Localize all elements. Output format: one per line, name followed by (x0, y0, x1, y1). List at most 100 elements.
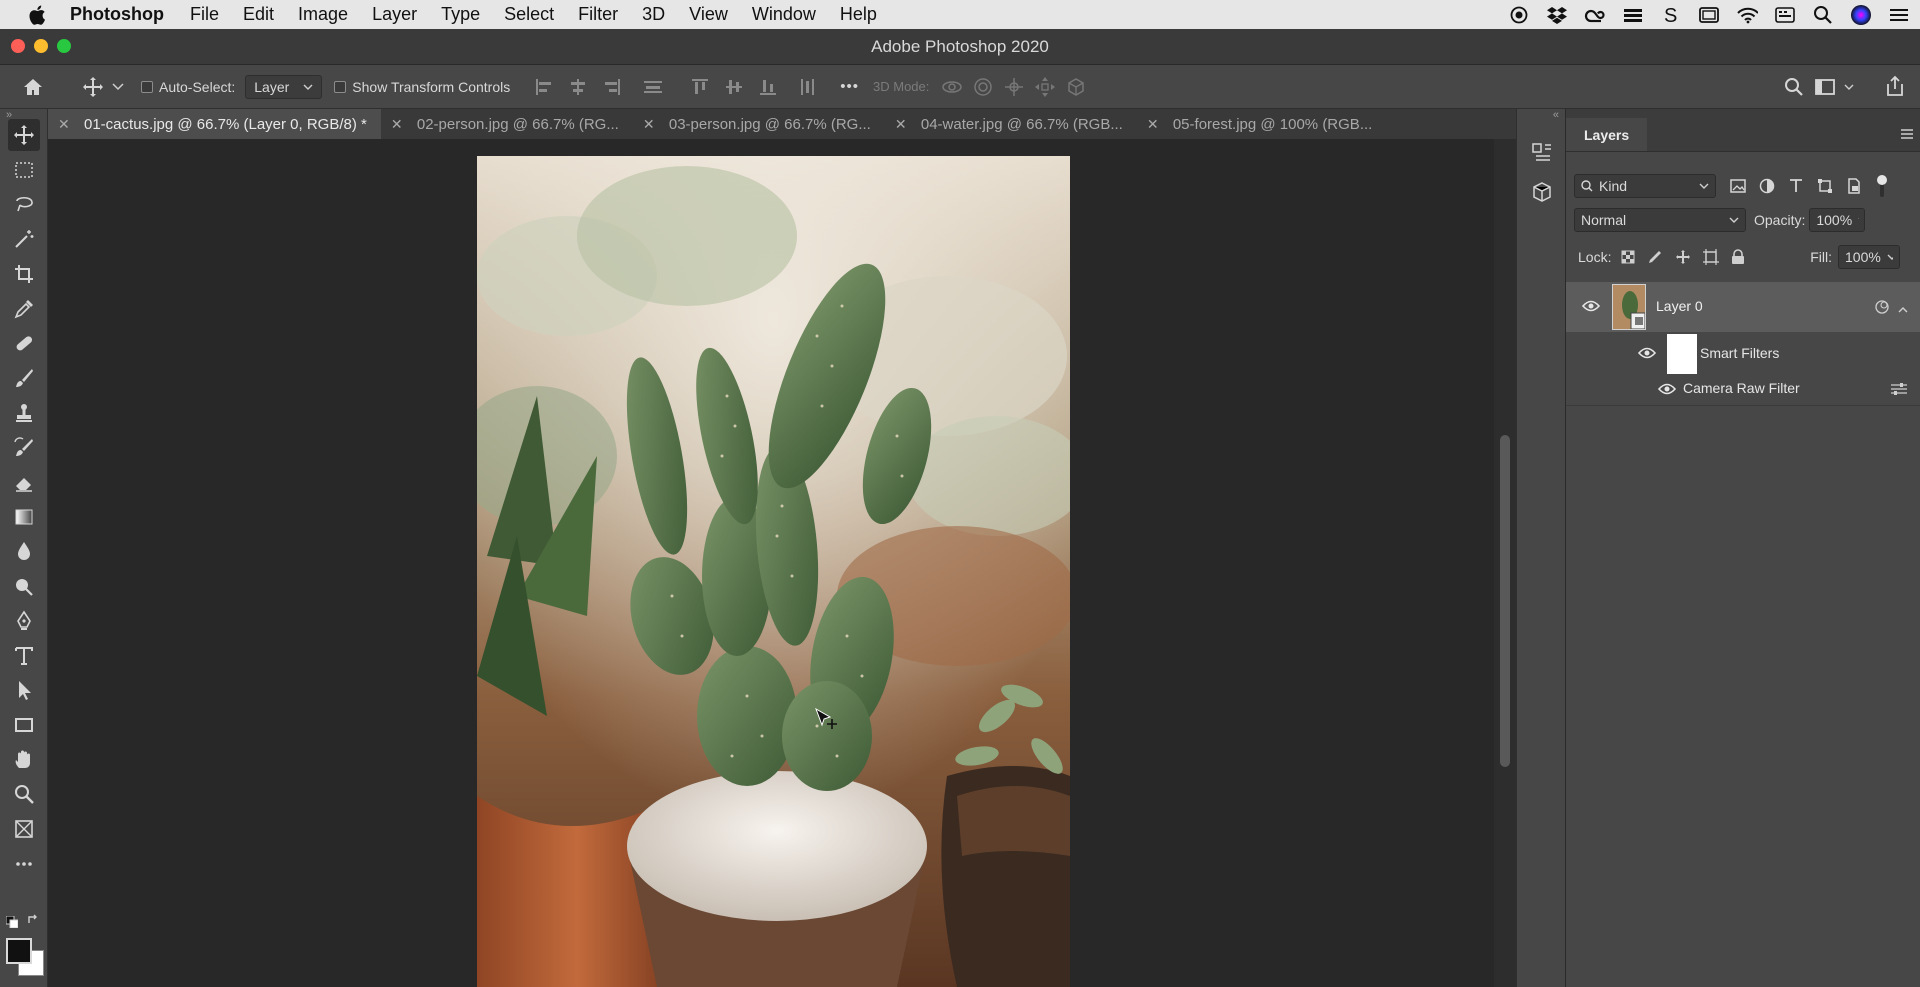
filter-visibility-eye-icon[interactable] (1657, 382, 1677, 401)
filter-type-icon[interactable] (1788, 178, 1804, 194)
close-tab-icon[interactable]: ✕ (895, 116, 913, 133)
frame-tool-button[interactable] (8, 813, 40, 845)
record-icon[interactable] (1508, 5, 1530, 25)
type-tool-button[interactable] (8, 640, 40, 672)
home-button[interactable] (22, 77, 44, 97)
healing-brush-tool-button[interactable] (8, 327, 40, 359)
magic-wand-tool-button[interactable] (8, 223, 40, 255)
layer-row-layer-0[interactable]: Layer 0 (1566, 282, 1920, 332)
eraser-tool-button[interactable] (8, 466, 40, 498)
clone-stamp-tool-button[interactable] (8, 397, 40, 429)
layer-visibility-eye-icon[interactable] (1581, 299, 1601, 318)
layer-row-camera-raw-filter[interactable]: Camera Raw Filter (1566, 372, 1920, 402)
lock-artboard-icon[interactable] (1703, 249, 1720, 265)
distribute-horizontal-icon[interactable] (798, 77, 818, 97)
menu-select[interactable]: Select (492, 4, 566, 25)
menu-view[interactable]: View (677, 4, 740, 25)
document-tab-4[interactable]: ✕ 04-water.jpg @ 66.7% (RGB... (885, 109, 1137, 139)
menu-image[interactable]: Image (286, 4, 360, 25)
filter-toggle-icon[interactable] (1875, 175, 1889, 197)
zoom-tool-button[interactable] (8, 778, 40, 810)
scroll-thumb[interactable] (1500, 435, 1510, 767)
gradient-tool-button[interactable] (8, 501, 40, 533)
rectangle-tool-button[interactable] (8, 709, 40, 741)
3d-scale-icon[interactable] (1065, 76, 1087, 98)
auto-select-toggle[interactable]: Auto-Select: (141, 79, 235, 95)
close-tab-icon[interactable]: ✕ (643, 116, 661, 133)
brush-tool-button[interactable] (8, 362, 40, 394)
lasso-tool-button[interactable] (8, 188, 40, 220)
canvas-vertical-scrollbar[interactable] (1494, 139, 1516, 987)
default-colors-icon[interactable] (5, 915, 19, 933)
filter-smart-object-icon[interactable] (1846, 178, 1862, 194)
blend-mode-dropdown[interactable]: Normal (1574, 208, 1746, 232)
fill-input[interactable]: 100% (1838, 245, 1900, 269)
align-horizontal-center-icon[interactable] (568, 77, 588, 97)
3d-drag-icon[interactable] (1003, 76, 1025, 98)
search-icon[interactable] (1812, 5, 1834, 25)
opacity-input[interactable]: 100% (1809, 208, 1866, 232)
layer-row-smart-filters[interactable]: Smart Filters (1566, 334, 1920, 374)
lock-image-pixels-icon[interactable] (1647, 249, 1663, 265)
document-image[interactable] (477, 156, 1070, 987)
wifi-icon[interactable] (1736, 5, 1758, 25)
smart-filters-visibility-eye-icon[interactable] (1637, 346, 1657, 365)
crop-tool-button[interactable] (8, 258, 40, 290)
document-tab-5[interactable]: ✕ 05-forest.jpg @ 100% (RGB... (1137, 109, 1386, 139)
search-button[interactable] (1784, 77, 1804, 97)
hand-tool-button[interactable] (8, 744, 40, 776)
close-tab-icon[interactable]: ✕ (1147, 116, 1165, 133)
filter-kind-dropdown[interactable]: Kind (1574, 174, 1716, 198)
list-icon[interactable] (1888, 5, 1910, 25)
display-icon[interactable] (1698, 5, 1720, 25)
menu-filter[interactable]: Filter (566, 4, 630, 25)
document-tab-3[interactable]: ✕ 03-person.jpg @ 66.7% (RG... (633, 109, 885, 139)
share-button[interactable] (1884, 75, 1906, 97)
align-right-icon[interactable] (602, 77, 622, 97)
lock-transparent-pixels-icon[interactable] (1621, 250, 1635, 264)
more-tools-button[interactable] (8, 848, 40, 880)
marquee-tool-button[interactable] (8, 154, 40, 186)
workspace-switcher[interactable] (1814, 77, 1854, 97)
align-bottom-icon[interactable] (758, 77, 778, 97)
document-tab-1[interactable]: ✕ 01-cactus.jpg @ 66.7% (Layer 0, RGB/8) … (48, 109, 381, 139)
foreground-color-swatch[interactable] (6, 938, 32, 964)
move-tool-button[interactable] (8, 119, 40, 151)
3d-panel-button[interactable] (1528, 179, 1556, 207)
menu-window[interactable]: Window (740, 4, 828, 25)
close-tab-icon[interactable]: ✕ (391, 116, 409, 133)
3d-slide-icon[interactable] (1034, 76, 1056, 98)
menu-app-name[interactable]: Photoshop (56, 4, 178, 25)
3d-roll-icon[interactable] (972, 76, 994, 98)
canvas-area[interactable] (48, 139, 1494, 987)
chevron-up-icon[interactable] (1898, 301, 1908, 319)
show-transform-checkbox[interactable] (334, 80, 347, 93)
creative-cloud-icon[interactable] (1584, 5, 1606, 25)
apple-menu-icon[interactable] (18, 5, 56, 25)
align-vertical-center-icon[interactable] (724, 77, 744, 97)
distribute-vertical-icon[interactable] (642, 77, 664, 97)
panel-menu-icon[interactable] (1900, 127, 1914, 146)
lock-position-icon[interactable] (1675, 249, 1691, 265)
align-top-icon[interactable] (690, 77, 710, 97)
menu-type[interactable]: Type (429, 4, 492, 25)
filter-pixel-icon[interactable] (1730, 178, 1746, 194)
layers-tab[interactable]: Layers (1566, 118, 1648, 151)
filter-adjustment-icon[interactable] (1759, 178, 1775, 194)
move-tool-preset-picker[interactable] (82, 76, 124, 98)
close-tab-icon[interactable]: ✕ (58, 116, 76, 133)
dodge-tool-button[interactable] (8, 570, 40, 602)
s-icon[interactable]: S (1660, 5, 1682, 25)
align-left-icon[interactable] (534, 77, 554, 97)
menu-layer[interactable]: Layer (360, 4, 429, 25)
history-brush-tool-button[interactable] (8, 431, 40, 463)
menu-3d[interactable]: 3D (630, 4, 677, 25)
blur-tool-button[interactable] (8, 535, 40, 567)
stack-icon[interactable] (1622, 5, 1644, 25)
auto-select-checkbox[interactable] (141, 80, 153, 93)
filter-shape-icon[interactable] (1817, 178, 1833, 194)
siri-icon[interactable] (1850, 4, 1872, 25)
expand-dock-icon[interactable]: « (1553, 109, 1559, 121)
swap-colors-icon[interactable] (26, 913, 40, 932)
dropbox-icon[interactable] (1546, 5, 1568, 25)
